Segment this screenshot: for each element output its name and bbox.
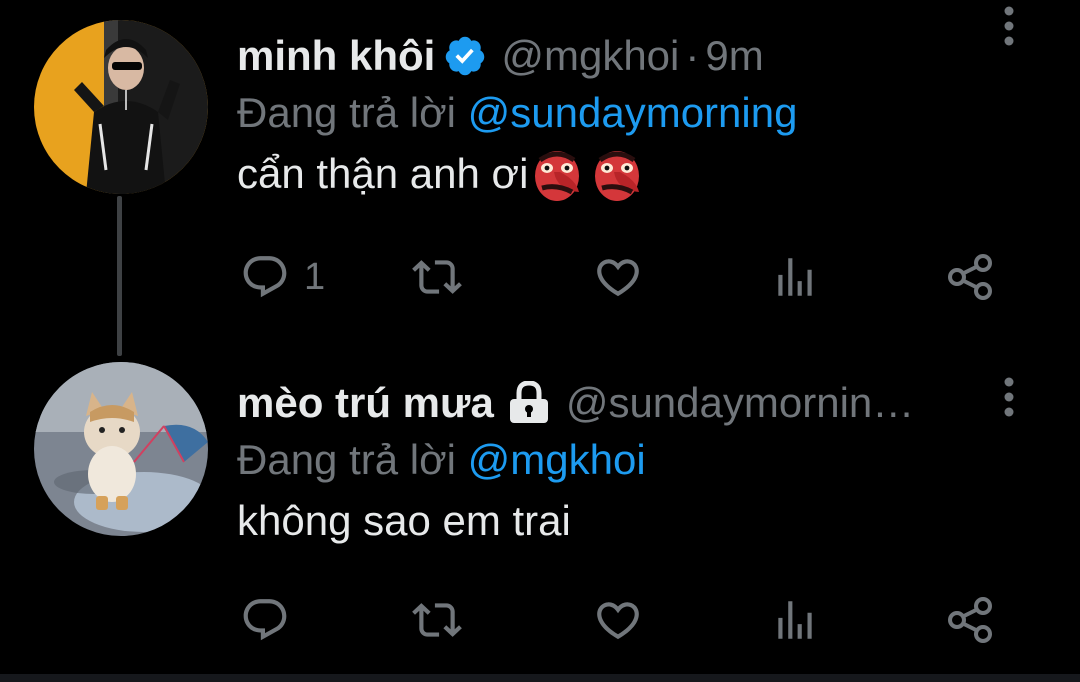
display-name[interactable]: mèo trú mưa <box>237 375 494 431</box>
tweet-content: minh khôi @mgkhoi · 9m Đang trả lời @sun… <box>237 28 1080 206</box>
reply-count: 1 <box>304 256 326 298</box>
verified-badge-icon <box>443 34 487 78</box>
more-vertical-icon[interactable] <box>994 4 1024 48</box>
replying-to: Đang trả lời @mgkhoi <box>237 431 1080 489</box>
share-button[interactable] <box>944 247 996 307</box>
replying-to-label: Đang trả lời <box>237 436 456 483</box>
more-vertical-icon[interactable] <box>994 375 1024 419</box>
like-button[interactable] <box>592 247 644 307</box>
tweet-content: mèo trú mưa @sundaymornin… Đang trả lời … <box>237 375 1080 553</box>
retweet-icon <box>412 603 462 637</box>
like-button[interactable] <box>592 590 644 650</box>
tengu-mask-emoji <box>535 151 580 201</box>
tweet[interactable]: minh khôi @mgkhoi · 9m Đang trả lời @sun… <box>0 0 1080 345</box>
lock-icon <box>506 381 552 425</box>
replying-to-label: Đang trả lời <box>237 89 456 136</box>
reply-mention-link[interactable]: @mgkhoi <box>468 436 646 483</box>
tweet-actions: 1 <box>240 247 1000 307</box>
share-icon <box>948 254 992 300</box>
tweet-actions <box>240 590 1000 650</box>
separator-dot: · <box>685 32 700 79</box>
reply-button[interactable]: 1 <box>240 247 325 307</box>
tweet-time[interactable]: 9m <box>705 28 763 84</box>
user-handle[interactable]: @sundaymornin… <box>566 375 914 431</box>
views-icon <box>778 601 812 639</box>
tweet-header: minh khôi @mgkhoi · 9m <box>237 28 1080 84</box>
views-button[interactable] <box>770 247 820 307</box>
reply-button[interactable] <box>240 590 304 650</box>
reply-icon <box>243 256 287 298</box>
replying-to: Đang trả lời @sundaymorning <box>237 84 1080 142</box>
tweet[interactable]: mèo trú mưa @sundaymornin… Đang trả lời … <box>0 345 1080 682</box>
tweet-header: mèo trú mưa @sundaymornin… <box>237 375 1080 431</box>
reply-mention-link[interactable]: @sundaymorning <box>468 89 798 136</box>
tweet-text: không sao em trai <box>237 489 1080 553</box>
views-button[interactable] <box>770 590 820 650</box>
tweet-text-content: cẩn thận anh ơi <box>237 150 529 197</box>
heart-icon <box>597 259 639 297</box>
views-icon <box>778 258 812 296</box>
user-handle[interactable]: @mgkhoi <box>501 28 679 84</box>
retweet-button[interactable] <box>410 590 464 650</box>
reply-icon <box>243 599 287 641</box>
display-name[interactable]: minh khôi <box>237 28 435 84</box>
retweet-icon <box>412 260 462 294</box>
divider <box>0 674 1080 682</box>
heart-icon <box>597 602 639 640</box>
tweet-text: cẩn thận anh ơi <box>237 142 1080 206</box>
tengu-mask-emoji <box>595 151 640 201</box>
avatar[interactable] <box>34 20 208 194</box>
tweet-text-content: không sao em trai <box>237 497 571 544</box>
avatar[interactable] <box>34 362 208 536</box>
share-button[interactable] <box>944 590 996 650</box>
retweet-button[interactable] <box>410 247 464 307</box>
share-icon <box>948 597 992 643</box>
